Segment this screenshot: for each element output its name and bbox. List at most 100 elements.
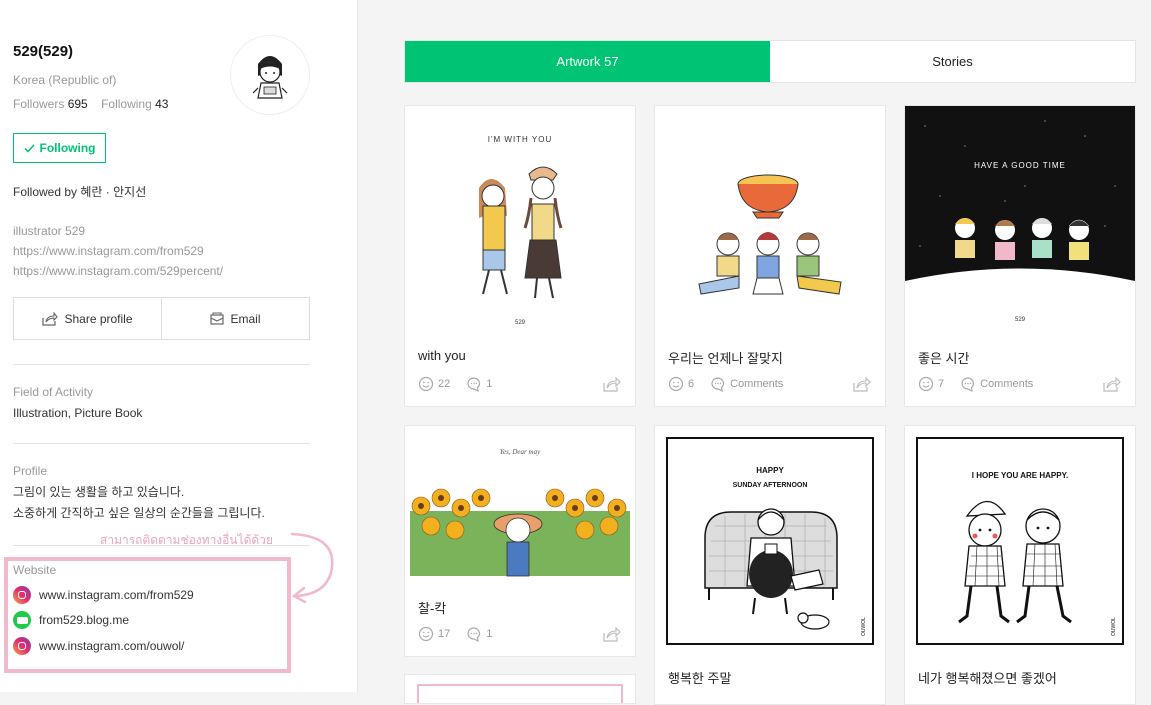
artwork-card[interactable]: HAVE A GOOD TIME 529 좋은 시간 7 Comments — [904, 105, 1136, 407]
check-icon — [23, 143, 35, 153]
email-label: Email — [230, 311, 261, 326]
artwork-thumbnail[interactable] — [417, 684, 623, 703]
share-profile-label: Share profile — [64, 311, 133, 326]
artwork-signature: OUWOL — [861, 617, 867, 636]
share-icon[interactable] — [603, 376, 621, 392]
artwork-image: I'M WITH YOU 529 — [405, 106, 635, 336]
artwork-stats: 7 Comments — [918, 376, 1033, 392]
artwork-card[interactable] — [404, 674, 636, 704]
followers-label: Followers — [13, 97, 65, 111]
artwork-thumbnail[interactable]: HAVE A GOOD TIME 529 — [905, 106, 1135, 336]
email-button[interactable]: Email — [161, 298, 309, 339]
profile-country: Korea (Republic of) — [13, 73, 117, 87]
tab-stories[interactable]: Stories — [770, 41, 1135, 82]
profile-sidebar: 529(529) Korea (Republic of) Followers 6… — [0, 0, 358, 692]
artwork-thumbnail[interactable] — [655, 106, 885, 336]
comment-icon[interactable] — [466, 626, 482, 642]
bio: illustrator 529 https://www.instagram.co… — [13, 221, 223, 281]
follow-stats: Followers 695 Following 43 — [13, 97, 168, 111]
artwork-signature: OUWOL — [1111, 617, 1117, 636]
following-link[interactable]: Following 43 — [101, 97, 168, 111]
artwork-card[interactable]: HAPPY SUNDAY AFTERNOON OUWOL 행복한 주말 — [654, 425, 886, 705]
website-label: Website — [13, 563, 57, 577]
artwork-card[interactable]: Yes, Dear may 찰-칵 17 1 — [404, 425, 636, 657]
artwork-image: Yes, Dear may — [405, 426, 635, 586]
artwork-thumbnail[interactable]: HAPPY SUNDAY AFTERNOON OUWOL — [655, 426, 885, 656]
website-link-blog[interactable]: from529.blog.me — [13, 611, 129, 629]
artwork-lettering: SUNDAY AFTERNOON — [733, 482, 808, 489]
like-count: 7 — [938, 378, 945, 390]
artwork-image: HAPPY SUNDAY AFTERNOON OUWOL — [655, 426, 885, 656]
artwork-title[interactable]: 좋은 시간 — [918, 348, 969, 367]
instagram-icon — [13, 637, 31, 655]
followers-count: 695 — [67, 97, 88, 111]
artwork-stats: 17 1 — [418, 626, 492, 642]
artwork-title[interactable]: 찰-칵 — [418, 598, 446, 617]
comment-count: 1 — [486, 378, 493, 390]
share-icon — [42, 311, 59, 326]
avatar[interactable] — [230, 35, 310, 115]
artwork-lettering: Yes, Dear may — [500, 448, 541, 456]
artwork-title[interactable]: 네가 행복해졌으면 좋겠어 — [918, 668, 1057, 687]
profile-section-label: Profile — [13, 464, 48, 478]
followers-link[interactable]: Followers 695 — [13, 97, 88, 111]
annotation-arrow-icon — [290, 532, 334, 604]
share-profile-button[interactable]: Share profile — [14, 298, 161, 339]
profile-text-line: 소중하게 간직하고 싶은 일상의 순간들을 그립니다. — [13, 506, 265, 520]
blog-icon — [13, 611, 31, 629]
divider — [13, 364, 310, 365]
share-icon[interactable] — [603, 626, 621, 642]
comment-icon[interactable] — [960, 376, 976, 392]
artwork-thumbnail[interactable]: I HOPE YOU ARE HAPPY. OUWOL — [905, 426, 1135, 656]
like-count: 17 — [438, 628, 451, 640]
artwork-card[interactable]: 우리는 언제나 잘맞지 6 Comments — [654, 105, 886, 407]
artwork-title[interactable]: 행복한 주말 — [668, 668, 731, 687]
website-url: www.instagram.com/ouwol/ — [39, 639, 185, 653]
like-icon[interactable] — [418, 626, 434, 642]
field-of-activity-label: Field of Activity — [13, 385, 94, 399]
following-button[interactable]: Following — [13, 133, 106, 163]
artwork-card[interactable]: I HOPE YOU ARE HAPPY. OUWOL 네가 행복해졌으면 좋겠… — [904, 425, 1136, 705]
artwork-title[interactable]: 우리는 언제나 잘맞지 — [668, 348, 783, 367]
artwork-stats: 22 1 — [418, 376, 492, 392]
instagram-icon — [13, 586, 31, 604]
content-tabs: Artwork 57 Stories — [404, 40, 1136, 83]
website-link-instagram[interactable]: www.instagram.com/from529 — [13, 586, 194, 604]
following-button-label: Following — [39, 141, 96, 155]
artwork-thumbnail[interactable]: Yes, Dear may — [405, 426, 635, 586]
profile-text-line: 그림이 있는 생활을 하고 있습니다. — [13, 485, 185, 499]
divider — [13, 443, 310, 444]
comment-count: 1 — [486, 628, 493, 640]
artwork-title[interactable]: with you — [418, 348, 466, 363]
artwork-lettering: I HOPE YOU ARE HAPPY. — [972, 471, 1068, 480]
annotation-note: สามารถติดตามช่องทางอื่นได้ด้วย — [100, 533, 273, 547]
following-label: Following — [101, 97, 152, 111]
profile-actions: Share profile Email — [13, 297, 310, 340]
field-of-activity-value: Illustration, Picture Book — [13, 406, 143, 420]
bio-link[interactable]: https://www.instagram.com/529percent/ — [13, 261, 223, 281]
avatar-illustration — [252, 56, 288, 99]
tab-artwork[interactable]: Artwork 57 — [405, 41, 770, 82]
like-icon[interactable] — [918, 376, 934, 392]
email-icon — [210, 312, 225, 325]
followed-by-names[interactable]: 혜란 · 안지선 — [80, 185, 146, 199]
bio-link[interactable]: https://www.instagram.com/from529 — [13, 241, 223, 261]
artwork-card[interactable]: I'M WITH YOU 529 with you 22 1 — [404, 105, 636, 407]
like-count: 22 — [438, 378, 451, 390]
artwork-image: HAVE A GOOD TIME 529 — [905, 106, 1135, 336]
like-icon[interactable] — [668, 376, 684, 392]
like-icon[interactable] — [418, 376, 434, 392]
comment-icon[interactable] — [466, 376, 482, 392]
website-link-instagram[interactable]: www.instagram.com/ouwol/ — [13, 637, 184, 655]
like-count: 6 — [688, 378, 695, 390]
artwork-signature: 529 — [515, 320, 526, 326]
artwork-thumbnail[interactable]: I'M WITH YOU 529 — [405, 106, 635, 336]
profile-name: 529(529) — [13, 43, 74, 60]
share-icon[interactable] — [1103, 376, 1121, 392]
artwork-signature: 529 — [1015, 317, 1026, 323]
comment-count: Comments — [730, 378, 784, 390]
artwork-stats: 6 Comments — [668, 376, 783, 392]
comment-icon[interactable] — [710, 376, 726, 392]
comment-count: Comments — [980, 378, 1034, 390]
share-icon[interactable] — [853, 376, 871, 392]
